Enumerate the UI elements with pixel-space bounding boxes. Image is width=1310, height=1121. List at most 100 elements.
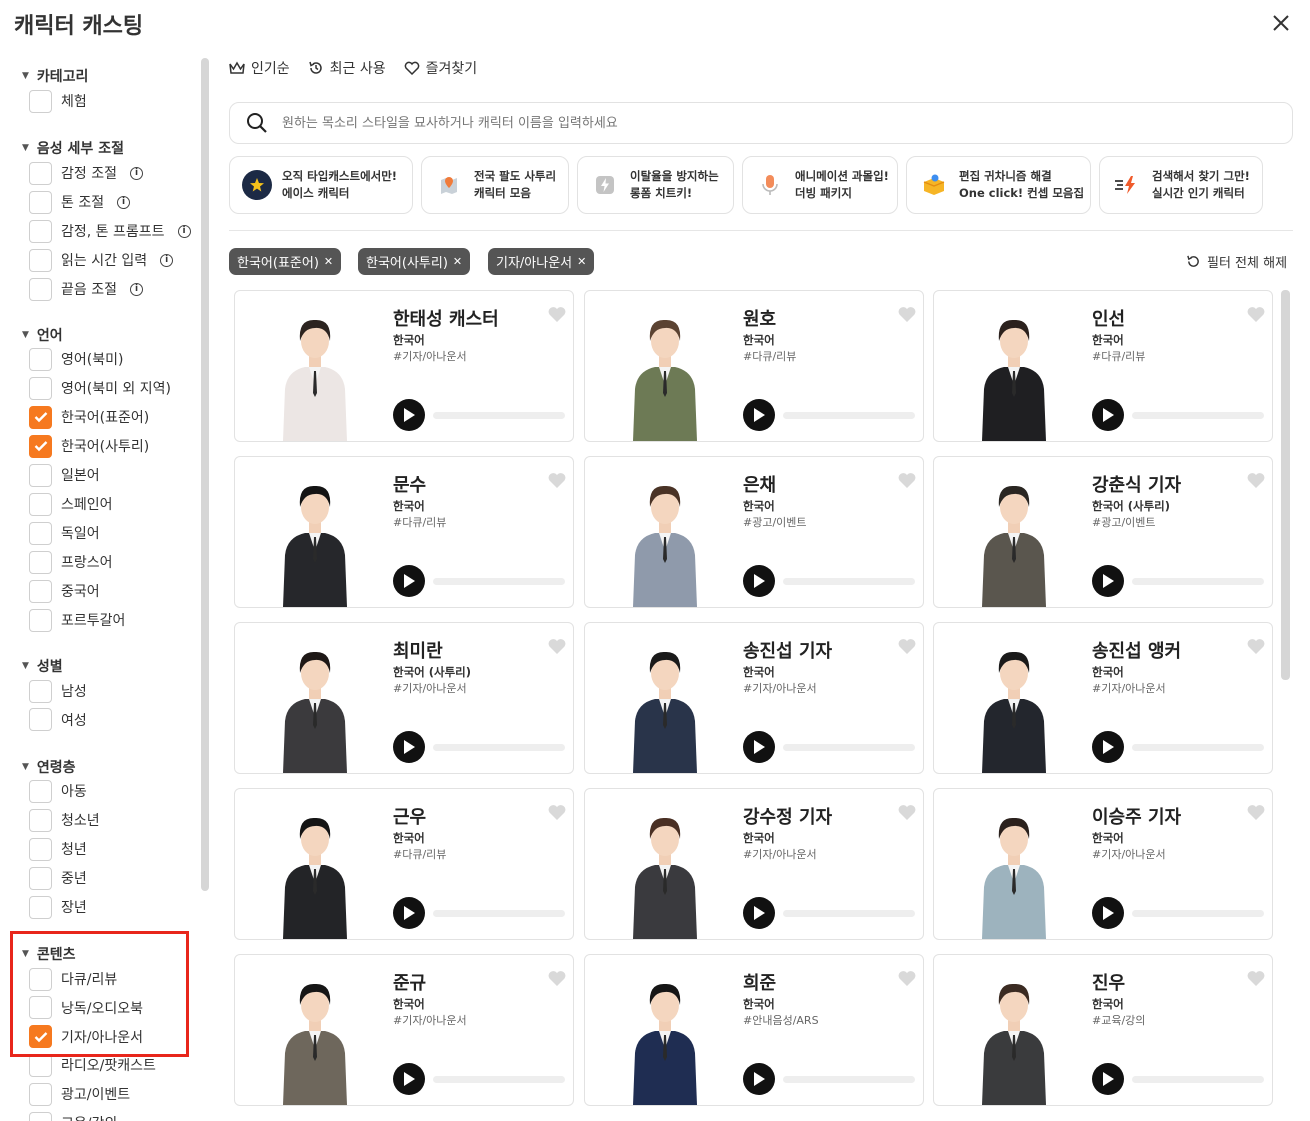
audio-progress-bar[interactable] [1132, 412, 1264, 419]
character-card[interactable]: 송진섭 앵커 한국어 #기자/아나운서 [933, 622, 1273, 774]
filter-option[interactable]: 교육/강의 [29, 1111, 117, 1121]
audio-progress-bar[interactable] [433, 744, 565, 751]
filter-option[interactable]: 여성 [29, 708, 87, 732]
checkbox[interactable] [29, 492, 52, 516]
character-card[interactable]: 최미란 한국어 (사투리) #기자/아나운서 [234, 622, 574, 774]
favorite-heart-icon[interactable] [1246, 471, 1266, 489]
filter-option[interactable]: 스페인어 [29, 492, 113, 516]
chip-remove-icon[interactable]: ✕ [577, 255, 586, 268]
character-card[interactable]: 이승주 기자 한국어 #기자/아나운서 [933, 788, 1273, 940]
play-button[interactable] [393, 731, 425, 763]
favorite-heart-icon[interactable] [1246, 305, 1266, 323]
filter-section-age[interactable]: ▼ 연령층 [22, 757, 76, 777]
checkbox[interactable] [29, 277, 52, 301]
chip-remove-icon[interactable]: ✕ [324, 255, 333, 268]
audio-progress-bar[interactable] [783, 910, 915, 917]
character-card[interactable]: 희준 한국어 #안내음성/ARS [584, 954, 924, 1106]
reset-filters-button[interactable]: 필터 전체 해제 [1186, 252, 1287, 271]
play-button[interactable] [1092, 565, 1124, 597]
character-card[interactable]: 송진섭 기자 한국어 #기자/아나운서 [584, 622, 924, 774]
info-icon[interactable]: i [129, 282, 143, 296]
audio-progress-bar[interactable] [1132, 578, 1264, 585]
favorite-heart-icon[interactable] [547, 969, 567, 987]
checkbox[interactable] [29, 579, 52, 603]
character-card[interactable]: 문수 한국어 #다큐/리뷰 [234, 456, 574, 608]
search-input[interactable] [282, 115, 1182, 131]
filter-option[interactable]: 광고/이벤트 [29, 1082, 130, 1106]
play-button[interactable] [743, 1063, 775, 1095]
play-button[interactable] [743, 565, 775, 597]
filter-option[interactable]: 한국어(사투리) [29, 434, 149, 458]
tab-recent[interactable]: 최근 사용 [308, 58, 386, 78]
checkbox[interactable] [29, 89, 52, 113]
checkbox[interactable] [29, 679, 52, 703]
tab-popular[interactable]: 인기순 [229, 58, 290, 78]
info-icon[interactable]: i [177, 224, 191, 238]
filter-section-category[interactable]: ▼ 카테고리 [22, 66, 88, 86]
filter-option[interactable]: 청소년 [29, 808, 100, 832]
checkbox[interactable] [29, 190, 52, 214]
filter-option[interactable]: 중국어 [29, 579, 100, 603]
filter-option[interactable]: 영어(북미) [29, 347, 123, 371]
play-button[interactable] [743, 399, 775, 431]
checkbox[interactable] [29, 521, 52, 545]
audio-progress-bar[interactable] [783, 412, 915, 419]
filter-option[interactable]: 끝음 조절 i [29, 277, 143, 301]
audio-progress-bar[interactable] [433, 910, 565, 917]
checkbox[interactable] [29, 808, 52, 832]
checkbox[interactable] [29, 248, 52, 272]
play-button[interactable] [1092, 1063, 1124, 1095]
filter-option[interactable]: 청년 [29, 837, 87, 861]
play-button[interactable] [393, 399, 425, 431]
checkbox[interactable] [29, 550, 52, 574]
favorite-heart-icon[interactable] [897, 637, 917, 655]
promo-card[interactable]: 편집 귀차니즘 해결 One click! 컨셉 모음집 [906, 156, 1091, 214]
audio-progress-bar[interactable] [1132, 910, 1264, 917]
favorite-heart-icon[interactable] [897, 471, 917, 489]
favorite-heart-icon[interactable] [897, 803, 917, 821]
filter-option[interactable]: 독일어 [29, 521, 100, 545]
checkbox[interactable] [29, 463, 52, 487]
filter-section-voice[interactable]: ▼ 음성 세부 조절 [22, 138, 124, 158]
promo-card[interactable]: 이탈율을 방지하는 롱폼 치트키! [577, 156, 734, 214]
character-card[interactable]: 강춘식 기자 한국어 (사투리) #광고/이벤트 [933, 456, 1273, 608]
character-card[interactable]: 원호 한국어 #다큐/리뷰 [584, 290, 924, 442]
filter-option[interactable]: 남성 [29, 679, 87, 703]
promo-card[interactable]: 애니메이션 과몰입! 더빙 패키지 [742, 156, 898, 214]
info-icon[interactable]: i [117, 195, 131, 209]
checkbox[interactable] [29, 866, 52, 890]
checkbox[interactable] [29, 161, 52, 185]
play-button[interactable] [393, 897, 425, 929]
tab-favorites[interactable]: 즐겨찾기 [404, 58, 477, 78]
checkbox[interactable] [29, 405, 52, 429]
filter-option[interactable]: 중년 [29, 866, 87, 890]
favorite-heart-icon[interactable] [1246, 969, 1266, 987]
character-card[interactable]: 한태성 캐스터 한국어 #기자/아나운서 [234, 290, 574, 442]
audio-progress-bar[interactable] [433, 412, 565, 419]
play-button[interactable] [393, 1063, 425, 1095]
checkbox[interactable] [29, 376, 52, 400]
filter-section-gender[interactable]: ▼ 성별 [22, 656, 63, 676]
audio-progress-bar[interactable] [1132, 744, 1264, 751]
audio-progress-bar[interactable] [433, 1076, 565, 1083]
favorite-heart-icon[interactable] [897, 305, 917, 323]
play-button[interactable] [743, 731, 775, 763]
audio-progress-bar[interactable] [783, 578, 915, 585]
checkbox[interactable] [29, 1053, 52, 1077]
filter-chip[interactable]: 한국어(사투리) ✕ [358, 248, 471, 275]
filter-option[interactable]: 읽는 시간 입력 i [29, 248, 174, 272]
filter-chip[interactable]: 한국어(표준어) ✕ [229, 248, 342, 275]
checkbox[interactable] [29, 434, 52, 458]
audio-progress-bar[interactable] [433, 578, 565, 585]
play-button[interactable] [743, 897, 775, 929]
character-card[interactable]: 진우 한국어 #교육/강의 [933, 954, 1273, 1106]
play-button[interactable] [1092, 897, 1124, 929]
filter-option[interactable]: 아동 [29, 779, 87, 803]
character-card[interactable]: 강수정 기자 한국어 #기자/아나운서 [584, 788, 924, 940]
checkbox[interactable] [29, 837, 52, 861]
favorite-heart-icon[interactable] [547, 637, 567, 655]
favorite-heart-icon[interactable] [547, 803, 567, 821]
filter-option[interactable]: 한국어(표준어) [29, 405, 149, 429]
chip-remove-icon[interactable]: ✕ [453, 255, 462, 268]
character-card[interactable]: 근우 한국어 #다큐/리뷰 [234, 788, 574, 940]
